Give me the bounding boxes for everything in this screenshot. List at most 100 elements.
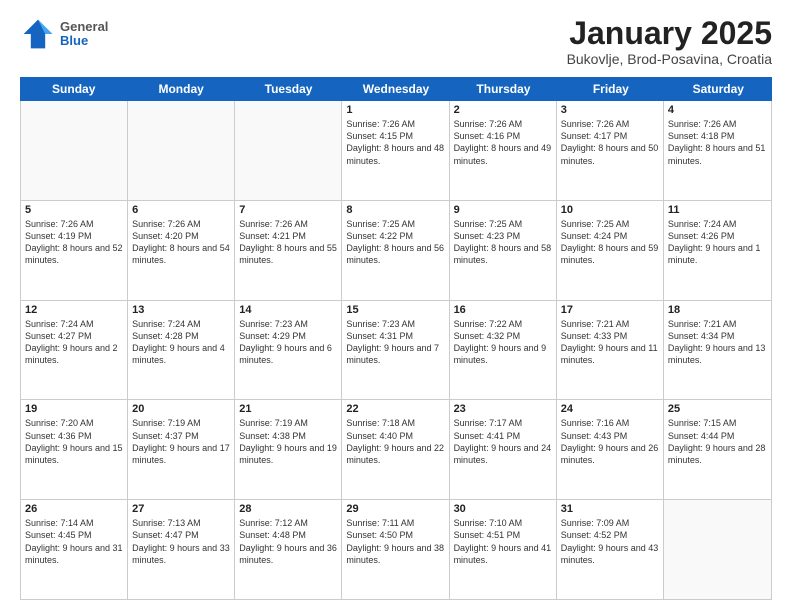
day-number-10: 10	[561, 204, 659, 216]
day-number-28: 28	[239, 503, 337, 515]
day-number-20: 20	[132, 403, 230, 415]
page: General Blue January 2025 Bukovlje, Brod…	[0, 0, 792, 612]
header: General Blue January 2025 Bukovlje, Brod…	[20, 16, 772, 67]
cell-info-22: Sunrise: 7:18 AM Sunset: 4:40 PM Dayligh…	[346, 417, 444, 466]
day-number-13: 13	[132, 304, 230, 316]
calendar: Sunday Monday Tuesday Wednesday Thursday…	[20, 77, 772, 600]
cell-info-20: Sunrise: 7:19 AM Sunset: 4:37 PM Dayligh…	[132, 417, 230, 466]
cell-8: 8 Sunrise: 7:25 AM Sunset: 4:22 PM Daylig…	[342, 201, 449, 300]
header-saturday: Saturday	[665, 77, 772, 101]
day-number-21: 21	[239, 403, 337, 415]
header-wednesday: Wednesday	[342, 77, 449, 101]
calendar-header: Sunday Monday Tuesday Wednesday Thursday…	[20, 77, 772, 101]
cell-15: 15 Sunrise: 7:23 AM Sunset: 4:31 PM Dayli…	[342, 301, 449, 400]
day-number-31: 31	[561, 503, 659, 515]
day-number-3: 3	[561, 104, 659, 116]
day-number-1: 1	[346, 104, 444, 116]
calendar-title: January 2025	[567, 16, 772, 51]
day-number-8: 8	[346, 204, 444, 216]
header-thursday: Thursday	[450, 77, 557, 101]
day-number-19: 19	[25, 403, 123, 415]
day-number-17: 17	[561, 304, 659, 316]
day-number-5: 5	[25, 204, 123, 216]
cell-16: 16Sunrise: 7:22 AM Sunset: 4:32 PM Dayli…	[450, 301, 557, 400]
cell-info-12: Sunrise: 7:24 AM Sunset: 4:27 PM Dayligh…	[25, 318, 123, 367]
cell-28: 28 Sunrise: 7:12 AM Sunset: 4:48 PM Dayli…	[235, 500, 342, 599]
cell-3: 3 Sunrise: 7:26 AM Sunset: 4:17 PM Daylig…	[557, 101, 664, 200]
day-number-14: 14	[239, 304, 337, 316]
empty-cell-0-2	[235, 101, 342, 200]
title-block: January 2025 Bukovlje, Brod-Posavina, Cr…	[567, 16, 772, 67]
cell-11: 11Sunrise: 7:24 AM Sunset: 4:26 PM Dayli…	[664, 201, 771, 300]
cell-info-15: Sunrise: 7:23 AM Sunset: 4:31 PM Dayligh…	[346, 318, 444, 367]
cell-27: 27 Sunrise: 7:13 AM Sunset: 4:47 PM Dayli…	[128, 500, 235, 599]
day-number-12: 12	[25, 304, 123, 316]
day-number-22: 22	[346, 403, 444, 415]
cell-21: 21 Sunrise: 7:19 AM Sunset: 4:38 PM Dayli…	[235, 400, 342, 499]
cell-10: 10 Sunrise: 7:25 AM Sunset: 4:24 PM Dayli…	[557, 201, 664, 300]
cell-info-19: Sunrise: 7:20 AM Sunset: 4:36 PM Dayligh…	[25, 417, 123, 466]
day-number-15: 15	[346, 304, 444, 316]
cell-info-21: Sunrise: 7:19 AM Sunset: 4:38 PM Dayligh…	[239, 417, 337, 466]
cell-12: 12 Sunrise: 7:24 AM Sunset: 4:27 PM Dayli…	[21, 301, 128, 400]
day-number-6: 6	[132, 204, 230, 216]
header-friday: Friday	[557, 77, 664, 101]
day-number-4: 4	[668, 104, 767, 116]
cell-info-11: Sunrise: 7:24 AM Sunset: 4:26 PM Dayligh…	[668, 218, 767, 267]
cell-26: 26 Sunrise: 7:14 AM Sunset: 4:45 PM Dayli…	[21, 500, 128, 599]
cell-1: 1 Sunrise: 7:26 AM Sunset: 4:15 PM Daylig…	[342, 101, 449, 200]
cell-info-26: Sunrise: 7:14 AM Sunset: 4:45 PM Dayligh…	[25, 517, 123, 566]
empty-cell-0-0	[21, 101, 128, 200]
cell-info-1: Sunrise: 7:26 AM Sunset: 4:15 PM Dayligh…	[346, 118, 444, 167]
cell-6: 6Sunrise: 7:26 AM Sunset: 4:20 PM Daylig…	[128, 201, 235, 300]
week-row-2: 5 Sunrise: 7:26 AM Sunset: 4:19 PM Daylig…	[21, 201, 771, 301]
day-number-18: 18	[668, 304, 767, 316]
cell-9: 9Sunrise: 7:25 AM Sunset: 4:23 PM Daylig…	[450, 201, 557, 300]
cell-info-9: Sunrise: 7:25 AM Sunset: 4:23 PM Dayligh…	[454, 218, 552, 267]
cell-info-3: Sunrise: 7:26 AM Sunset: 4:17 PM Dayligh…	[561, 118, 659, 167]
cell-23: 23Sunrise: 7:17 AM Sunset: 4:41 PM Dayli…	[450, 400, 557, 499]
cell-info-24: Sunrise: 7:16 AM Sunset: 4:43 PM Dayligh…	[561, 417, 659, 466]
cell-info-30: Sunrise: 7:10 AM Sunset: 4:51 PM Dayligh…	[454, 517, 552, 566]
cell-13: 13Sunrise: 7:24 AM Sunset: 4:28 PM Dayli…	[128, 301, 235, 400]
cell-info-10: Sunrise: 7:25 AM Sunset: 4:24 PM Dayligh…	[561, 218, 659, 267]
logo-blue: Blue	[60, 34, 108, 48]
cell-info-8: Sunrise: 7:25 AM Sunset: 4:22 PM Dayligh…	[346, 218, 444, 267]
cell-22: 22 Sunrise: 7:18 AM Sunset: 4:40 PM Dayli…	[342, 400, 449, 499]
day-number-29: 29	[346, 503, 444, 515]
day-number-24: 24	[561, 403, 659, 415]
cell-25: 25 Sunrise: 7:15 AM Sunset: 4:44 PM Dayli…	[664, 400, 771, 499]
logo-icon	[20, 16, 56, 52]
day-number-26: 26	[25, 503, 123, 515]
header-sunday: Sunday	[20, 77, 127, 101]
cell-info-25: Sunrise: 7:15 AM Sunset: 4:44 PM Dayligh…	[668, 417, 767, 466]
cell-7: 7 Sunrise: 7:26 AM Sunset: 4:21 PM Daylig…	[235, 201, 342, 300]
day-number-25: 25	[668, 403, 767, 415]
cell-info-7: Sunrise: 7:26 AM Sunset: 4:21 PM Dayligh…	[239, 218, 337, 267]
cell-info-2: Sunrise: 7:26 AM Sunset: 4:16 PM Dayligh…	[454, 118, 552, 167]
logo: General Blue	[20, 16, 108, 52]
calendar-subtitle: Bukovlje, Brod-Posavina, Croatia	[567, 51, 772, 67]
week-row-4: 19 Sunrise: 7:20 AM Sunset: 4:36 PM Dayli…	[21, 400, 771, 500]
cell-14: 14 Sunrise: 7:23 AM Sunset: 4:29 PM Dayli…	[235, 301, 342, 400]
cell-info-17: Sunrise: 7:21 AM Sunset: 4:33 PM Dayligh…	[561, 318, 659, 367]
cell-info-5: Sunrise: 7:26 AM Sunset: 4:19 PM Dayligh…	[25, 218, 123, 267]
empty-cell-4-6	[664, 500, 771, 599]
day-number-23: 23	[454, 403, 552, 415]
cell-31: 31 Sunrise: 7:09 AM Sunset: 4:52 PM Dayli…	[557, 500, 664, 599]
week-row-5: 26 Sunrise: 7:14 AM Sunset: 4:45 PM Dayli…	[21, 500, 771, 599]
cell-30: 30Sunrise: 7:10 AM Sunset: 4:51 PM Dayli…	[450, 500, 557, 599]
cell-info-14: Sunrise: 7:23 AM Sunset: 4:29 PM Dayligh…	[239, 318, 337, 367]
day-number-27: 27	[132, 503, 230, 515]
cell-4: 4Sunrise: 7:26 AM Sunset: 4:18 PM Daylig…	[664, 101, 771, 200]
cell-info-28: Sunrise: 7:12 AM Sunset: 4:48 PM Dayligh…	[239, 517, 337, 566]
cell-info-31: Sunrise: 7:09 AM Sunset: 4:52 PM Dayligh…	[561, 517, 659, 566]
logo-text: General Blue	[60, 20, 108, 49]
cell-info-27: Sunrise: 7:13 AM Sunset: 4:47 PM Dayligh…	[132, 517, 230, 566]
week-row-3: 12 Sunrise: 7:24 AM Sunset: 4:27 PM Dayli…	[21, 301, 771, 401]
day-number-7: 7	[239, 204, 337, 216]
day-number-2: 2	[454, 104, 552, 116]
cell-info-29: Sunrise: 7:11 AM Sunset: 4:50 PM Dayligh…	[346, 517, 444, 566]
cell-24: 24 Sunrise: 7:16 AM Sunset: 4:43 PM Dayli…	[557, 400, 664, 499]
header-monday: Monday	[127, 77, 234, 101]
